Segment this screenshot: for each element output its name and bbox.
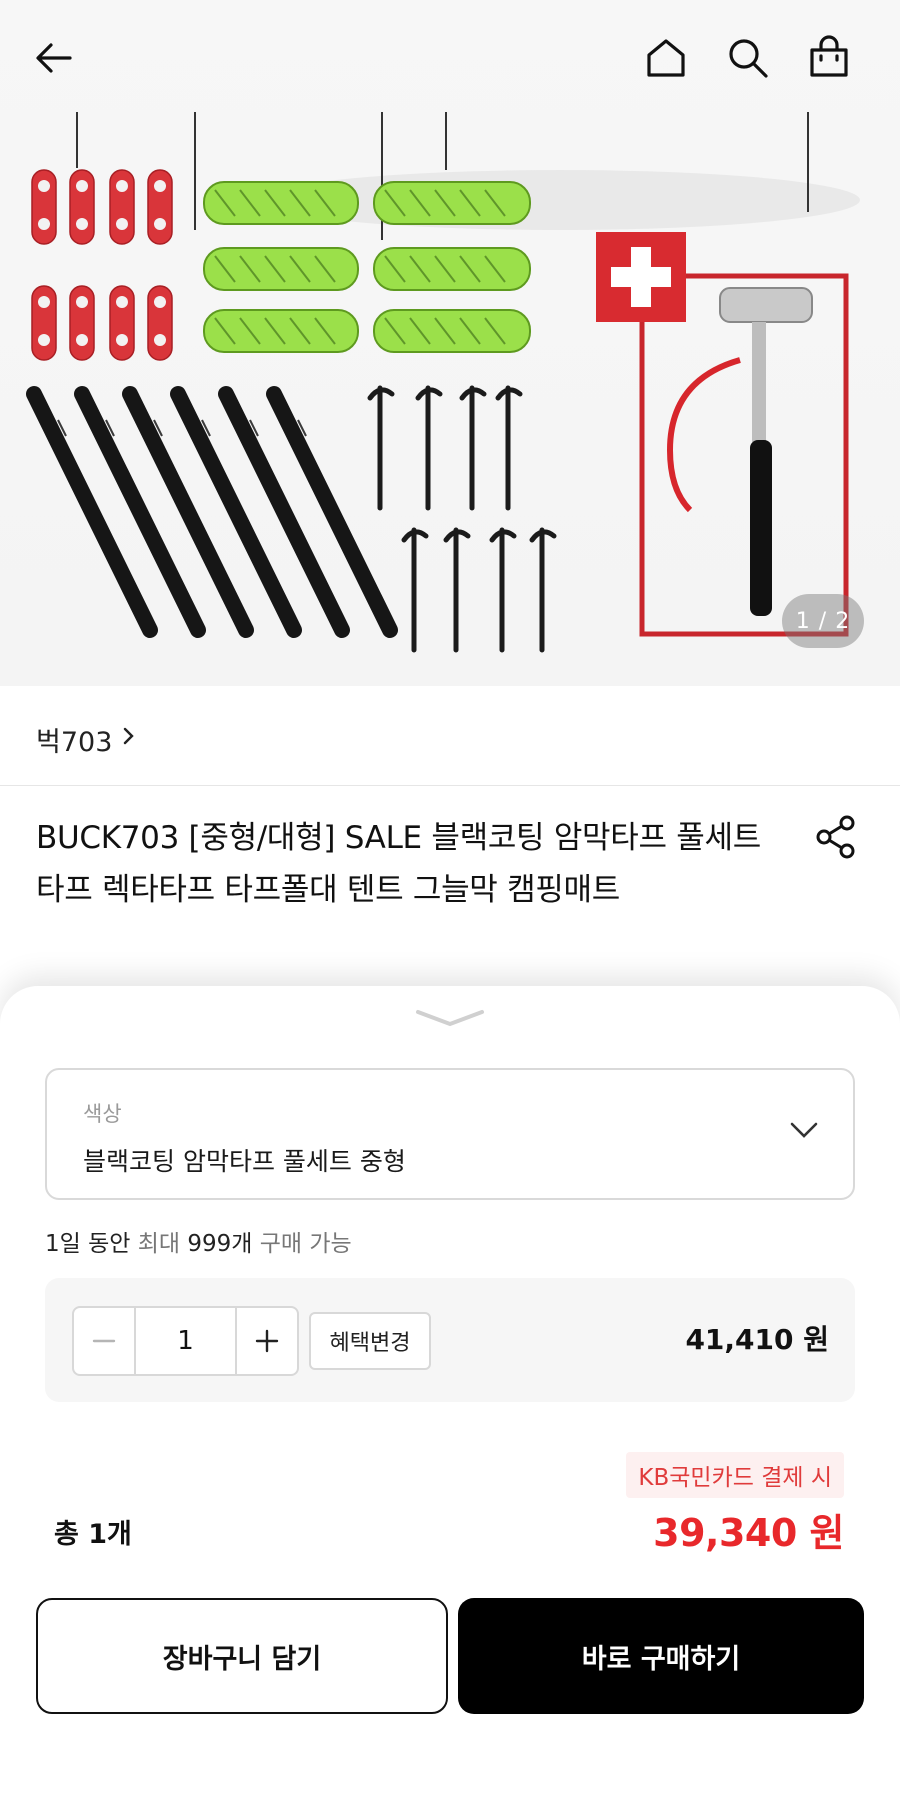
chevron-right-icon: [123, 727, 134, 745]
card-discount-badge: KB국민카드 결제 시: [626, 1452, 844, 1498]
limit-prefix: 1일 동안: [45, 1231, 138, 1257]
share-button[interactable]: [812, 812, 862, 862]
change-benefit-button[interactable]: 혜택변경: [309, 1312, 431, 1370]
option-value: 블랙코팅 암막타프 풀세트 중형: [83, 1147, 406, 1176]
share-icon: [816, 815, 855, 859]
option-label: 색상: [83, 1102, 122, 1126]
home-button[interactable]: [638, 30, 694, 86]
purchase-limit-text: 1일 동안 최대 999개 구매 가능: [45, 1224, 352, 1258]
cart-button[interactable]: [801, 30, 857, 86]
option-select[interactable]: 색상 블랙코팅 암막타프 풀세트 중형: [45, 1068, 855, 1200]
back-button[interactable]: [26, 30, 82, 86]
search-button[interactable]: [720, 30, 776, 86]
limit-count: 999개: [180, 1231, 260, 1257]
sheet-collapse-handle[interactable]: [412, 1004, 488, 1032]
buy-now-button[interactable]: 바로 구매하기: [458, 1598, 864, 1714]
increase-quantity-button[interactable]: [237, 1308, 297, 1374]
quantity-panel: 1 혜택변경 41,410 원: [45, 1278, 855, 1402]
brand-name: 벅703: [36, 727, 113, 758]
total-count-label: 총 1개: [54, 1519, 132, 1550]
search-icon: [729, 39, 768, 78]
minus-icon: [92, 1339, 116, 1343]
product-title: BUCK703 [중형/대형] SALE 블랙코팅 암막타프 풀세트 타프 렉타…: [36, 820, 761, 908]
arrow-left-icon: [36, 43, 72, 73]
home-icon: [647, 39, 685, 77]
brand-link-row[interactable]: 벅703: [0, 686, 900, 786]
limit-suffix: 구매 가능: [259, 1231, 352, 1257]
chevron-down-icon: [416, 1010, 484, 1027]
limit-max-word: 최대: [137, 1231, 181, 1257]
quantity-stepper: 1: [72, 1306, 299, 1376]
add-to-cart-button[interactable]: 장바구니 담기: [36, 1598, 448, 1714]
top-navigation-bar: [0, 0, 900, 120]
item-price: 41,410 원: [685, 1323, 829, 1356]
chevron-down-icon: [790, 1122, 818, 1138]
plus-icon: [255, 1329, 279, 1353]
total-price: 39,340 원: [653, 1511, 844, 1555]
shopping-bag-icon: [810, 35, 848, 77]
image-page-indicator: 1 / 2: [782, 594, 864, 648]
quantity-value[interactable]: 1: [134, 1308, 237, 1374]
decrease-quantity-button[interactable]: [74, 1308, 134, 1374]
